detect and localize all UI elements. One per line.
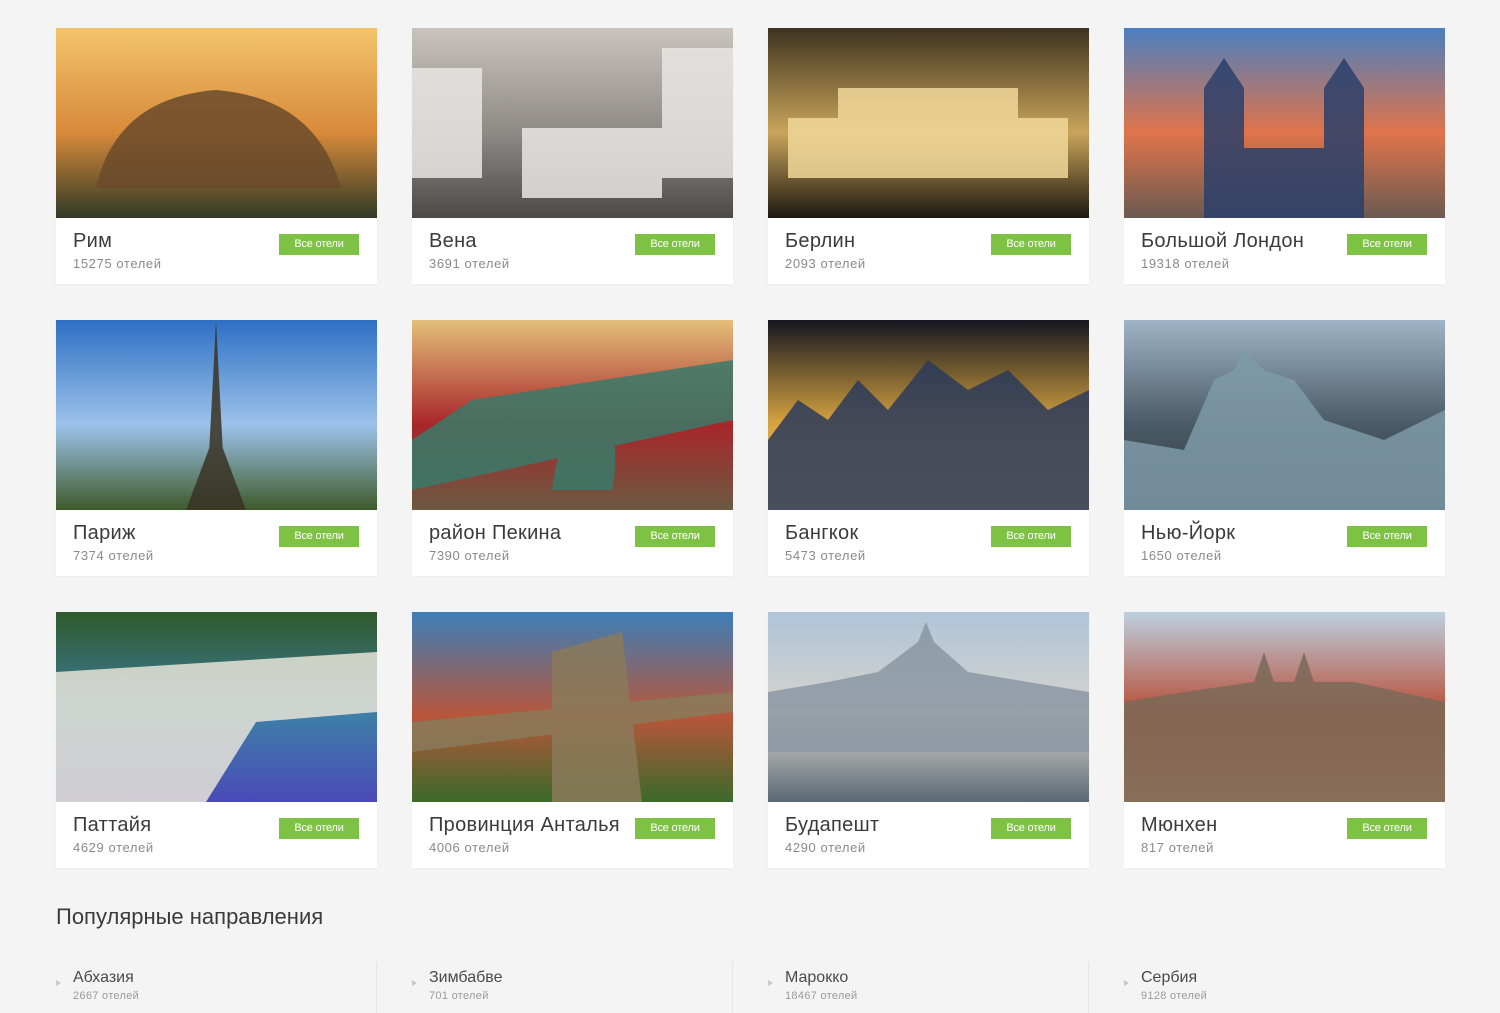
popular-destinations-list: Абхазия 2667 отелей Зимбабве 701 отелей Маро…: [56, 962, 1446, 1013]
hotel-count: 1650 отелей: [1141, 548, 1222, 563]
card-footer: Будапешт 4290 отелей Все отели: [768, 802, 1089, 868]
forbidden-city-photo[interactable]: [412, 320, 733, 510]
destination-card[interactable]: Берлин 2093 отелей Все отели: [768, 28, 1089, 284]
hotel-count: 4629 отелей: [73, 840, 154, 855]
destination-card[interactable]: Мюнхен 817 отелей Все отели: [1124, 612, 1445, 868]
country-hotel-count: 9128 отелей: [1141, 990, 1208, 1002]
hotel-count: 3691 отелей: [429, 256, 510, 271]
reichstag-photo[interactable]: [768, 28, 1089, 218]
all-hotels-button[interactable]: Все отели: [1347, 818, 1427, 839]
all-hotels-button[interactable]: Все отели: [635, 818, 715, 839]
city-name[interactable]: Будапешт: [785, 814, 879, 837]
destinations-grid: Рим 15275 отелей Все отели Вена 3691 отелей В…: [56, 28, 1446, 868]
city-name[interactable]: Нью-Йорк: [1141, 522, 1235, 545]
triangle-right-icon: [56, 980, 61, 986]
page: Рим 15275 отелей Все отели Вена 3691 отелей В…: [0, 0, 1500, 1013]
all-hotels-button[interactable]: Все отели: [1347, 526, 1427, 547]
all-hotels-button[interactable]: Все отели: [279, 818, 359, 839]
triangle-right-icon: [1124, 980, 1129, 986]
city-name[interactable]: Вена: [429, 230, 477, 253]
hotel-count: 19318 отелей: [1141, 256, 1230, 271]
country-name[interactable]: Зимбабве: [429, 969, 503, 987]
card-footer: Бангкок 5473 отелей Все отели: [768, 510, 1089, 576]
city-name[interactable]: Бангкок: [785, 522, 859, 545]
country-name[interactable]: Сербия: [1141, 969, 1197, 987]
all-hotels-button[interactable]: Все отели: [635, 526, 715, 547]
popular-destination-item[interactable]: Марокко 18467 отелей: [768, 962, 1089, 1013]
city-name[interactable]: Провинция Анталья: [429, 814, 620, 837]
all-hotels-button[interactable]: Все отели: [279, 234, 359, 255]
triangle-right-icon: [412, 980, 417, 986]
city-name[interactable]: Мюнхен: [1141, 814, 1217, 837]
manhattan-aerial-photo[interactable]: [1124, 320, 1445, 510]
section-title-popular: Популярные направления: [56, 904, 324, 929]
hotel-count: 4290 отелей: [785, 840, 866, 855]
beach-photo[interactable]: [56, 612, 377, 802]
card-footer: Рим 15275 отелей Все отели: [56, 218, 377, 284]
destination-card[interactable]: Вена 3691 отелей Все отели: [412, 28, 733, 284]
all-hotels-button[interactable]: Все отели: [1347, 234, 1427, 255]
all-hotels-button[interactable]: Все отели: [991, 526, 1071, 547]
hotel-count: 817 отелей: [1141, 840, 1214, 855]
colosseum-photo[interactable]: [56, 28, 377, 218]
card-footer: Провинция Анталья 4006 отелей Все отели: [412, 802, 733, 868]
destination-card[interactable]: Нью-Йорк 1650 отелей Все отели: [1124, 320, 1445, 576]
city-name[interactable]: Большой Лондон: [1141, 230, 1304, 253]
hotel-count: 7390 отелей: [429, 548, 510, 563]
country-name[interactable]: Марокко: [785, 969, 848, 987]
country-hotel-count: 701 отелей: [429, 990, 489, 1002]
country-name[interactable]: Абхазия: [73, 969, 134, 987]
card-footer: Нью-Йорк 1650 отелей Все отели: [1124, 510, 1445, 576]
card-footer: Мюнхен 817 отелей Все отели: [1124, 802, 1445, 868]
all-hotels-button[interactable]: Все отели: [279, 526, 359, 547]
horse-carriage-photo[interactable]: [412, 28, 733, 218]
card-footer: Паттайя 4629 отелей Все отели: [56, 802, 377, 868]
city-name[interactable]: Паттайя: [73, 814, 151, 837]
destination-card[interactable]: Паттайя 4629 отелей Все отели: [56, 612, 377, 868]
destination-card[interactable]: Будапешт 4290 отелей Все отели: [768, 612, 1089, 868]
destination-card[interactable]: Рим 15275 отелей Все отели: [56, 28, 377, 284]
triangle-right-icon: [768, 980, 773, 986]
eiffel-tower-photo[interactable]: [56, 320, 377, 510]
night-city-photo[interactable]: [768, 320, 1089, 510]
hotel-count: 5473 отелей: [785, 548, 866, 563]
destination-card[interactable]: Париж 7374 отелей Все отели: [56, 320, 377, 576]
hotel-count: 7374 отелей: [73, 548, 154, 563]
hotel-count: 2093 отелей: [785, 256, 866, 271]
destination-card[interactable]: Провинция Анталья 4006 отелей Все отели: [412, 612, 733, 868]
card-footer: Париж 7374 отелей Все отели: [56, 510, 377, 576]
card-footer: Большой Лондон 19318 отелей Все отели: [1124, 218, 1445, 284]
munich-rooftops-photo[interactable]: [1124, 612, 1445, 802]
city-name[interactable]: Берлин: [785, 230, 855, 253]
destination-card[interactable]: район Пекина 7390 отелей Все отели: [412, 320, 733, 576]
card-footer: район Пекина 7390 отелей Все отели: [412, 510, 733, 576]
city-name[interactable]: Рим: [73, 230, 112, 253]
country-hotel-count: 2667 отелей: [73, 990, 140, 1002]
all-hotels-button[interactable]: Все отели: [991, 818, 1071, 839]
country-hotel-count: 18467 отелей: [785, 990, 858, 1002]
tower-bridge-photo[interactable]: [1124, 28, 1445, 218]
all-hotels-button[interactable]: Все отели: [635, 234, 715, 255]
card-footer: Берлин 2093 отелей Все отели: [768, 218, 1089, 284]
parliament-photo[interactable]: [768, 612, 1089, 802]
hotel-count: 4006 отелей: [429, 840, 510, 855]
destination-card[interactable]: Большой Лондон 19318 отелей Все отели: [1124, 28, 1445, 284]
popular-destination-item[interactable]: Сербия 9128 отелей: [1124, 962, 1445, 1013]
red-tower-photo[interactable]: [412, 612, 733, 802]
popular-destination-item[interactable]: Зимбабве 701 отелей: [412, 962, 733, 1013]
popular-destination-item[interactable]: Абхазия 2667 отелей: [56, 962, 377, 1013]
all-hotels-button[interactable]: Все отели: [991, 234, 1071, 255]
destination-card[interactable]: Бангкок 5473 отелей Все отели: [768, 320, 1089, 576]
city-name[interactable]: Париж: [73, 522, 136, 545]
city-name[interactable]: район Пекина: [429, 522, 561, 545]
card-footer: Вена 3691 отелей Все отели: [412, 218, 733, 284]
hotel-count: 15275 отелей: [73, 256, 162, 271]
